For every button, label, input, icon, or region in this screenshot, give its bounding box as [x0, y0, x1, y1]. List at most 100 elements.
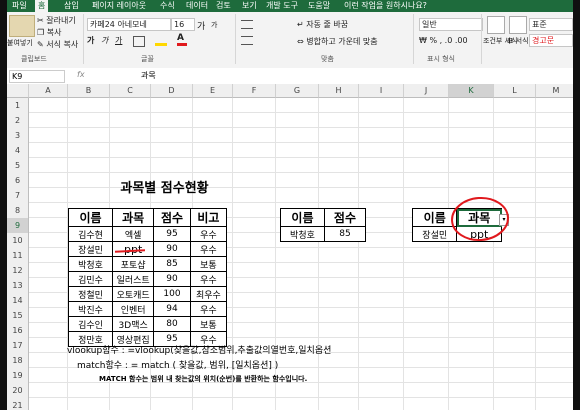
paste-button[interactable]: 붙여넣기: [7, 38, 33, 48]
column-header-l[interactable]: L: [494, 84, 536, 98]
tab-insert[interactable]: 삽입: [61, 0, 82, 12]
remark-cell[interactable]: 우수: [189, 271, 228, 287]
font-color-icon[interactable]: A: [177, 34, 187, 46]
tab-formulas[interactable]: 수식: [157, 0, 178, 12]
name-cell[interactable]: 김수인: [68, 316, 113, 332]
row-header-6[interactable]: 6: [7, 173, 29, 189]
style-warning[interactable]: 경고문: [529, 34, 573, 47]
name-cell[interactable]: 박진수: [68, 301, 113, 317]
tab-page-layout[interactable]: 페이지 레이아웃: [89, 0, 149, 12]
row-header-15[interactable]: 15: [7, 308, 29, 324]
name-cell[interactable]: 박청호: [68, 256, 113, 272]
tell-me-search[interactable]: 이런 작업을 원하시나요?: [341, 0, 430, 12]
column-header-d[interactable]: D: [151, 84, 193, 98]
subject-cell[interactable]: 포토샵: [111, 256, 155, 272]
column-header-j[interactable]: J: [404, 84, 449, 98]
lookup-score-cell[interactable]: 85: [323, 226, 367, 242]
subject-cell[interactable]: 일러스트: [111, 271, 155, 287]
font-name-select[interactable]: 카페24 아네모네: [87, 18, 171, 31]
row-header-18[interactable]: 18: [7, 353, 29, 369]
score-cell[interactable]: 85: [153, 256, 191, 272]
column-header-e[interactable]: E: [193, 84, 233, 98]
tab-help[interactable]: 도움말: [305, 0, 333, 12]
copy-button[interactable]: ❐ 복사: [37, 27, 61, 38]
score-cell[interactable]: 100: [153, 286, 191, 302]
align-left-icon[interactable]: [241, 36, 253, 45]
tab-view[interactable]: 보기: [239, 0, 260, 12]
row-header-9[interactable]: 9: [7, 218, 29, 234]
paste-icon[interactable]: [9, 15, 35, 37]
tab-home[interactable]: 홈: [35, 0, 49, 12]
remark-cell[interactable]: 우수: [189, 241, 228, 257]
score-cell[interactable]: 95: [153, 226, 191, 242]
row-header-12[interactable]: 12: [7, 263, 29, 279]
bold-button[interactable]: 가: [87, 35, 94, 46]
select-all-corner[interactable]: [7, 84, 29, 98]
tab-file[interactable]: 파일: [9, 0, 30, 12]
font-size-select[interactable]: 16: [171, 18, 195, 31]
number-format-buttons[interactable]: ₩ % , .0 .00: [419, 36, 468, 45]
italic-button[interactable]: 가: [101, 35, 108, 46]
row-header-13[interactable]: 13: [7, 278, 29, 294]
name-cell[interactable]: 정철민: [68, 286, 113, 302]
column-header-g[interactable]: G: [276, 84, 319, 98]
row-header-17[interactable]: 17: [7, 338, 29, 354]
row-header-5[interactable]: 5: [7, 158, 29, 174]
row-header-20[interactable]: 20: [7, 383, 29, 399]
remark-cell[interactable]: 우수: [189, 301, 228, 317]
row-header-19[interactable]: 19: [7, 368, 29, 384]
remark-cell[interactable]: 보통: [189, 316, 228, 332]
row-header-2[interactable]: 2: [7, 113, 29, 129]
column-header-h[interactable]: H: [319, 84, 359, 98]
name-cell[interactable]: 김수현: [68, 226, 113, 242]
subject-cell[interactable]: 인벤터: [111, 301, 155, 317]
subject-cell[interactable]: 엑셀: [111, 226, 155, 242]
row-header-7[interactable]: 7: [7, 188, 29, 204]
remark-cell[interactable]: 보통: [189, 256, 228, 272]
row-header-4[interactable]: 4: [7, 143, 29, 159]
column-header-i[interactable]: I: [359, 84, 404, 98]
row-header-1[interactable]: 1: [7, 98, 29, 114]
column-header-b[interactable]: B: [68, 84, 110, 98]
row-header-10[interactable]: 10: [7, 233, 29, 249]
score-cell[interactable]: 94: [153, 301, 191, 317]
row-header-8[interactable]: 8: [7, 203, 29, 219]
remark-cell[interactable]: 최우수: [189, 286, 228, 302]
fx-icon[interactable]: fx: [77, 70, 85, 79]
column-header-c[interactable]: C: [110, 84, 151, 98]
score-cell[interactable]: 90: [153, 271, 191, 287]
borders-icon[interactable]: [133, 36, 145, 47]
wrap-text-button[interactable]: ↵ 자동 줄 바꿈: [297, 19, 348, 30]
tab-data[interactable]: 데이터: [183, 0, 211, 12]
align-top-icon[interactable]: [241, 20, 253, 29]
shrink-font-button[interactable]: 가: [211, 20, 217, 30]
cut-button[interactable]: ✂ 잘라내기: [37, 15, 76, 26]
grow-font-button[interactable]: 가: [197, 19, 205, 32]
fill-color-icon[interactable]: [155, 36, 167, 46]
conditional-format-icon[interactable]: [487, 16, 505, 34]
column-header-f[interactable]: F: [233, 84, 276, 98]
subject-cell[interactable]: 오토캐드: [111, 286, 155, 302]
subject-cell[interactable]: 3D맥스: [111, 316, 155, 332]
score-cell[interactable]: 90: [153, 241, 191, 257]
column-header-m[interactable]: M: [536, 84, 573, 98]
row-header-16[interactable]: 16: [7, 323, 29, 339]
remark-cell[interactable]: 우수: [189, 226, 228, 242]
format-as-table-button[interactable]: 표 서식: [507, 36, 529, 46]
row-header-3[interactable]: 3: [7, 128, 29, 144]
underline-button[interactable]: 가: [115, 35, 122, 46]
tab-developer[interactable]: 개발 도구: [263, 0, 301, 12]
worksheet-grid[interactable]: ABCDEFGHIJKLM 1 2 3 4 5 6 7 8 9 10 11 12 13 14 15 16 17 1…: [7, 84, 573, 410]
column-header-a[interactable]: A: [29, 84, 68, 98]
formula-input[interactable]: 과목: [141, 70, 156, 81]
name-cell[interactable]: 장설민: [68, 241, 113, 257]
name-box[interactable]: K9: [9, 70, 65, 83]
column-header-k[interactable]: K: [449, 84, 494, 98]
row-header-14[interactable]: 14: [7, 293, 29, 309]
name-cell[interactable]: 김민수: [68, 271, 113, 287]
number-format-select[interactable]: 일반: [419, 18, 483, 31]
lookup-name-cell[interactable]: 박청호: [280, 226, 325, 242]
tab-review[interactable]: 검토: [213, 0, 234, 12]
score-cell[interactable]: 80: [153, 316, 191, 332]
style-normal[interactable]: 표준: [529, 18, 573, 31]
